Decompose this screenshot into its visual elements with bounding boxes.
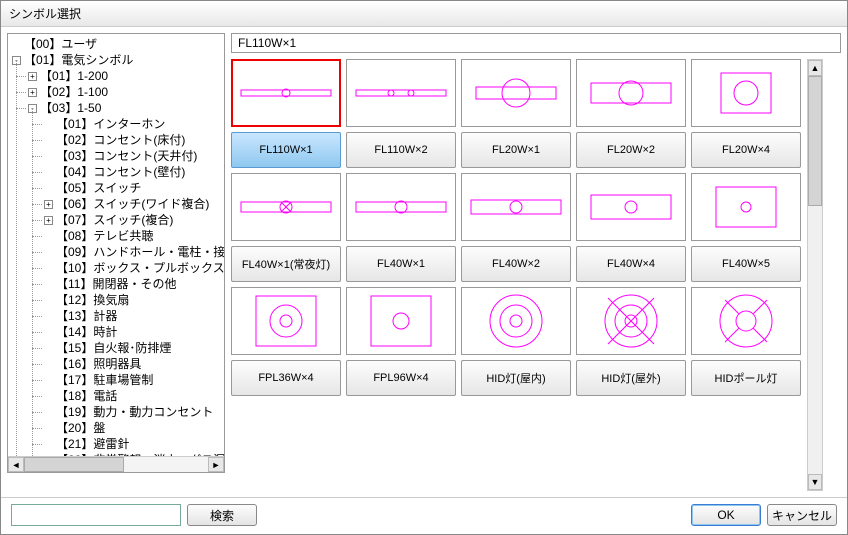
symbol-button-8[interactable]: FL40W×4 <box>576 246 686 282</box>
tree-node[interactable]: 【06】スイッチ(ワイド複合) <box>56 197 209 211</box>
symbol-button-5[interactable]: FL40W×1(常夜灯) <box>231 246 341 282</box>
tree-node[interactable]: 【12】換気扇 <box>56 293 129 307</box>
symbol-preview-2[interactable] <box>461 59 571 127</box>
tree-node[interactable]: 【14】時計 <box>56 325 117 339</box>
tree-hscrollbar[interactable]: ◄ ► <box>8 456 224 472</box>
tree-node[interactable]: 【01】電気シンボル <box>24 53 133 67</box>
symbol-tree[interactable]: 【00】ユーザ -【01】電気シンボル +【01】1-200 +【02】1-10… <box>8 34 224 472</box>
search-input[interactable] <box>11 504 181 526</box>
symbol-preview-9[interactable] <box>691 173 801 241</box>
tree-node[interactable]: 【03】コンセント(天井付) <box>56 149 197 163</box>
ok-button[interactable]: OK <box>691 504 761 526</box>
symbol-button-14[interactable]: HIDポール灯 <box>691 360 801 396</box>
symbol-preview-5[interactable] <box>231 173 341 241</box>
tree-node[interactable]: 【21】避雷針 <box>56 437 129 451</box>
symbol-button-3[interactable]: FL20W×2 <box>576 132 686 168</box>
expand-icon[interactable]: + <box>28 88 37 97</box>
symbol-preview-13[interactable] <box>576 287 686 355</box>
tree-node[interactable]: 【01】インターホン <box>56 117 165 131</box>
symbol-preview-4[interactable] <box>691 59 801 127</box>
cancel-button[interactable]: キャンセル <box>767 504 837 526</box>
tree-node[interactable]: 【02】1-100 <box>40 85 108 99</box>
tree-node[interactable]: 【13】計器 <box>56 309 117 323</box>
symbol-button-2[interactable]: FL20W×1 <box>461 132 571 168</box>
right-panel: FL110W×1 FL110W×1 FL110W×2 FL20W×1 FL20W… <box>231 33 841 491</box>
symbol-preview-0[interactable] <box>231 59 341 127</box>
symbol-preview-3[interactable] <box>576 59 686 127</box>
symbol-preview-6[interactable] <box>346 173 456 241</box>
tree-node[interactable]: 【03】1-50 <box>40 101 101 115</box>
symbol-button-9[interactable]: FL40W×5 <box>691 246 801 282</box>
symbol-button-6[interactable]: FL40W×1 <box>346 246 456 282</box>
tree-container: 【00】ユーザ -【01】電気シンボル +【01】1-200 +【02】1-10… <box>7 33 225 473</box>
scroll-track[interactable] <box>24 457 208 472</box>
scroll-track[interactable] <box>808 76 822 474</box>
scroll-right-icon[interactable]: ► <box>208 457 224 472</box>
tree-node[interactable]: 【02】コンセント(床付) <box>56 133 185 147</box>
scroll-down-icon[interactable]: ▼ <box>808 474 822 490</box>
tree-node[interactable]: 【17】駐車場管制 <box>56 373 153 387</box>
symbol-grid: FL110W×1 FL110W×2 FL20W×1 FL20W×2 FL20W×… <box>231 59 801 491</box>
tree-node[interactable]: 【15】自火報･防排煙 <box>56 341 171 355</box>
scroll-thumb[interactable] <box>808 76 822 206</box>
grid-wrap: FL110W×1 FL110W×2 FL20W×1 FL20W×2 FL20W×… <box>231 59 841 491</box>
tree-node[interactable]: 【01】1-200 <box>40 69 108 83</box>
symbol-button-10[interactable]: FPL36W×4 <box>231 360 341 396</box>
symbol-preview-12[interactable] <box>461 287 571 355</box>
symbol-preview-14[interactable] <box>691 287 801 355</box>
tree-node[interactable]: 【08】テレビ共聴 <box>56 229 153 243</box>
expand-icon[interactable]: + <box>44 200 53 209</box>
symbol-preview-11[interactable] <box>346 287 456 355</box>
titlebar: シンボル選択 <box>1 1 847 27</box>
selected-symbol-name: FL110W×1 <box>231 33 841 53</box>
tree-node[interactable]: 【07】スイッチ(複合) <box>56 213 173 227</box>
expand-icon[interactable]: + <box>28 72 37 81</box>
tree-node[interactable]: 【11】開閉器・その他 <box>56 277 176 291</box>
tree-node[interactable]: 【20】盤 <box>56 421 105 435</box>
symbol-preview-1[interactable] <box>346 59 456 127</box>
window-title: シンボル選択 <box>9 7 81 21</box>
footer: 検索 OK キャンセル <box>1 497 847 532</box>
symbol-button-11[interactable]: FPL96W×4 <box>346 360 456 396</box>
scroll-left-icon[interactable]: ◄ <box>8 457 24 472</box>
left-panel: 【00】ユーザ -【01】電気シンボル +【01】1-200 +【02】1-10… <box>7 33 225 491</box>
symbol-preview-8[interactable] <box>576 173 686 241</box>
scroll-thumb[interactable] <box>24 457 124 472</box>
symbol-preview-10[interactable] <box>231 287 341 355</box>
tree-node[interactable]: 【05】スイッチ <box>56 181 141 195</box>
symbol-button-13[interactable]: HID灯(屋外) <box>576 360 686 396</box>
symbol-button-0[interactable]: FL110W×1 <box>231 132 341 168</box>
tree-node[interactable]: 【04】コンセント(壁付) <box>56 165 185 179</box>
symbol-button-7[interactable]: FL40W×2 <box>461 246 571 282</box>
tree-node[interactable]: 【10】ボックス・プルボックス <box>56 261 224 275</box>
symbol-button-1[interactable]: FL110W×2 <box>346 132 456 168</box>
expand-icon[interactable]: + <box>44 216 53 225</box>
symbol-preview-7[interactable] <box>461 173 571 241</box>
symbol-button-4[interactable]: FL20W×4 <box>691 132 801 168</box>
symbol-button-12[interactable]: HID灯(屋内) <box>461 360 571 396</box>
tree-node[interactable]: 【00】ユーザ <box>24 37 97 51</box>
main-area: 【00】ユーザ -【01】電気シンボル +【01】1-200 +【02】1-10… <box>1 27 847 497</box>
search-button[interactable]: 検索 <box>187 504 257 526</box>
tree-node[interactable]: 【09】ハンドホール・電柱・接地杭 <box>56 245 224 259</box>
tree-node[interactable]: 【19】動力・動力コンセント <box>56 405 213 419</box>
tree-node[interactable]: 【18】電話 <box>56 389 117 403</box>
grid-vscrollbar[interactable]: ▲ ▼ <box>807 59 823 491</box>
scroll-up-icon[interactable]: ▲ <box>808 60 822 76</box>
tree-node[interactable]: 【16】照明器具 <box>56 357 141 371</box>
